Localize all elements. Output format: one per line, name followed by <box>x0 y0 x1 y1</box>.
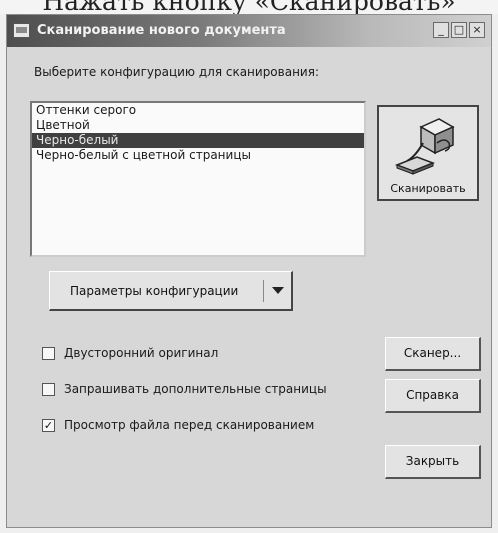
minimize-button[interactable]: _ <box>433 22 449 38</box>
close-button[interactable]: Закрыть <box>385 445 481 479</box>
more-pages-checkbox[interactable] <box>42 383 55 396</box>
preview-label: Просмотр файла перед сканированием <box>64 418 315 432</box>
config-label: Выберите конфигурацию для сканирования: <box>34 65 319 79</box>
more-pages-label: Запрашивать дополнительные страницы <box>64 382 327 396</box>
scan-button[interactable]: Сканировать <box>377 105 479 201</box>
maximize-button[interactable]: □ <box>451 22 467 38</box>
duplex-label: Двусторонний оригинал <box>64 346 219 360</box>
list-item[interactable]: Оттенки серого <box>32 103 364 118</box>
scanner-button[interactable]: Сканер... <box>385 337 481 371</box>
caption-text: Нажать кнопку «Сканировать» <box>0 0 498 14</box>
window-title: Сканирование нового документа <box>37 23 286 38</box>
caption-above: Нажать кнопку «Сканировать» <box>0 0 498 14</box>
window-controls: _ □ × <box>433 22 485 38</box>
list-item-selected[interactable]: Черно-белый <box>32 133 364 148</box>
config-params-label: Параметры конфигурации <box>70 284 239 298</box>
titlebar[interactable]: Сканирование нового документа _ □ × <box>7 15 491 47</box>
config-params-dropdown[interactable]: Параметры конфигурации <box>49 271 293 311</box>
scan-dialog: Сканирование нового документа _ □ × Выбе… <box>6 14 492 528</box>
list-item[interactable]: Черно-белый с цветной страницы <box>32 148 364 163</box>
close-window-button[interactable]: × <box>469 22 485 38</box>
preview-checkbox[interactable]: ✓ <box>42 419 55 432</box>
list-item[interactable]: Цветной <box>32 118 364 133</box>
configuration-list[interactable]: Оттенки серого Цветной Черно-белый Черно… <box>30 101 366 257</box>
help-button[interactable]: Справка <box>385 379 481 413</box>
chevron-down-icon <box>272 287 284 294</box>
duplex-checkbox[interactable] <box>42 347 55 360</box>
scanner-icon <box>394 118 455 175</box>
dropdown-separator <box>263 280 264 302</box>
app-icon <box>13 23 30 38</box>
scan-button-label: Сканировать <box>390 182 466 195</box>
